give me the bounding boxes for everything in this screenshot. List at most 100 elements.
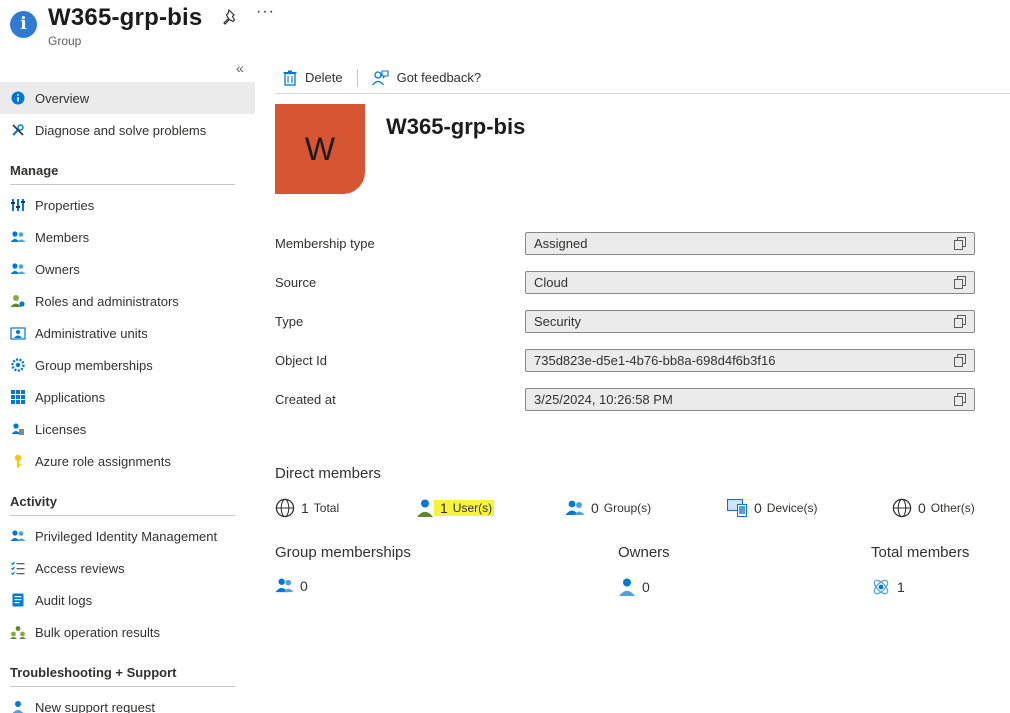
pin-icon[interactable] bbox=[222, 8, 240, 26]
direct-members-others[interactable]: 0 Other(s) bbox=[892, 497, 975, 519]
bulk-icon bbox=[10, 624, 26, 640]
collapse-sidebar-button[interactable]: « bbox=[236, 60, 244, 76]
groups-count: 0 bbox=[591, 500, 599, 516]
property-row-object-id: Object Id 735d823e-d5e1-4b76-bb8a-698d4f… bbox=[275, 341, 975, 380]
key-icon bbox=[10, 453, 26, 469]
object-id-field[interactable]: 735d823e-d5e1-4b76-bb8a-698d4f6b3f16 bbox=[525, 349, 975, 372]
owners-icon bbox=[10, 261, 26, 277]
others-label: Other(s) bbox=[930, 501, 975, 515]
direct-members-heading: Direct members bbox=[275, 465, 381, 482]
sidebar-item-label: Administrative units bbox=[35, 325, 148, 341]
property-row-membership-type: Membership type Assigned bbox=[275, 224, 975, 263]
audit-log-icon bbox=[10, 592, 26, 608]
feedback-button[interactable]: Got feedback? bbox=[364, 64, 490, 92]
properties-list: Membership type Assigned Source Cloud Ty… bbox=[275, 224, 975, 419]
sidebar-item-roles[interactable]: Roles and administrators bbox=[0, 285, 255, 317]
direct-members-users[interactable]: 1 User(s) bbox=[416, 497, 495, 519]
license-icon bbox=[10, 421, 26, 437]
sidebar-item-label: Privileged Identity Management bbox=[35, 528, 218, 544]
properties-icon bbox=[10, 197, 26, 213]
total-label: Total bbox=[313, 501, 340, 515]
users-highlight: 1 User(s) bbox=[434, 500, 495, 516]
others-count: 0 bbox=[918, 500, 926, 516]
copy-icon[interactable] bbox=[954, 393, 967, 406]
admin-units-icon bbox=[10, 325, 26, 341]
property-label: Source bbox=[275, 275, 317, 290]
copy-icon[interactable] bbox=[954, 354, 967, 367]
apps-grid-icon bbox=[10, 389, 26, 405]
sidebar-item-diagnose[interactable]: Diagnose and solve problems bbox=[0, 114, 255, 146]
sidebar-item-applications[interactable]: Applications bbox=[0, 381, 255, 413]
delete-button[interactable]: Delete bbox=[275, 64, 351, 92]
sidebar-item-label: New support request bbox=[35, 699, 155, 713]
sidebar-item-label: Access reviews bbox=[35, 560, 125, 576]
delete-label: Delete bbox=[305, 70, 343, 85]
group-icon bbox=[275, 578, 294, 593]
membership-type-field[interactable]: Assigned bbox=[525, 232, 975, 255]
property-label: Created at bbox=[275, 392, 336, 407]
sidebar-item-licenses[interactable]: Licenses bbox=[0, 413, 255, 445]
more-options-button[interactable]: ··· bbox=[256, 3, 275, 21]
sidebar-item-label: Diagnose and solve problems bbox=[35, 122, 207, 138]
property-label: Object Id bbox=[275, 353, 328, 368]
sidebar-item-pim[interactable]: Privileged Identity Management bbox=[0, 520, 255, 552]
sidebar-item-bulk-results[interactable]: Bulk operation results bbox=[0, 616, 255, 648]
sidebar-item-audit-logs[interactable]: Audit logs bbox=[0, 584, 255, 616]
group-info-icon: i bbox=[10, 11, 37, 38]
group-memberships-count[interactable]: 0 bbox=[275, 577, 308, 594]
devices-count: 0 bbox=[754, 500, 762, 516]
sidebar-item-owners[interactable]: Owners bbox=[0, 253, 255, 285]
property-row-created-at: Created at 3/25/2024, 10:26:58 PM bbox=[275, 380, 975, 419]
users-count: 1 bbox=[440, 500, 448, 516]
source-field[interactable]: Cloud bbox=[525, 271, 975, 294]
property-value: Security bbox=[534, 314, 581, 329]
sidebar-item-admin-units[interactable]: Administrative units bbox=[0, 317, 255, 349]
sidebar-item-label: Licenses bbox=[35, 421, 87, 437]
divider bbox=[10, 515, 235, 516]
direct-members-devices[interactable]: 0 Device(s) bbox=[727, 497, 817, 519]
device-icon bbox=[727, 499, 748, 517]
direct-members-total[interactable]: 1 Total bbox=[275, 497, 339, 519]
checklist-icon bbox=[10, 560, 26, 576]
total-members-count[interactable]: 1 bbox=[871, 577, 905, 597]
property-row-source: Source Cloud bbox=[275, 263, 975, 302]
copy-icon[interactable] bbox=[954, 237, 967, 250]
sidebar-item-group-memberships[interactable]: Group memberships bbox=[0, 349, 255, 381]
property-value: Cloud bbox=[534, 275, 568, 290]
trash-icon bbox=[283, 70, 297, 86]
groups-label: Group(s) bbox=[603, 501, 652, 515]
direct-members-groups[interactable]: 0 Group(s) bbox=[565, 497, 651, 519]
sidebar-item-access-reviews[interactable]: Access reviews bbox=[0, 552, 255, 584]
property-label: Type bbox=[275, 314, 304, 329]
section-heading-activity: Activity bbox=[10, 494, 57, 509]
owners-count[interactable]: 0 bbox=[618, 577, 650, 597]
sidebar-item-label: Group memberships bbox=[35, 357, 153, 373]
sidebar-item-overview[interactable]: Overview bbox=[0, 82, 255, 114]
page-title: W365-grp-bis bbox=[48, 4, 203, 31]
copy-icon[interactable] bbox=[954, 276, 967, 289]
copy-icon[interactable] bbox=[954, 315, 967, 328]
group-memberships-value: 0 bbox=[300, 577, 308, 594]
globe-icon bbox=[892, 498, 912, 518]
sidebar-item-new-support-request[interactable]: New support request bbox=[0, 691, 255, 713]
feedback-label: Got feedback? bbox=[396, 70, 482, 85]
created-at-field[interactable]: 3/25/2024, 10:26:58 PM bbox=[525, 388, 975, 411]
group-icon bbox=[565, 500, 585, 515]
divider bbox=[10, 184, 235, 185]
sidebar-item-label: Members bbox=[35, 229, 90, 245]
type-field[interactable]: Security bbox=[525, 310, 975, 333]
wrench-icon bbox=[10, 122, 26, 138]
property-value: 3/25/2024, 10:26:58 PM bbox=[534, 392, 673, 407]
group-avatar: W bbox=[275, 104, 365, 194]
sidebar-item-members[interactable]: Members bbox=[0, 221, 255, 253]
owners-value: 0 bbox=[642, 579, 650, 595]
globe-icon bbox=[275, 498, 295, 518]
sidebar: Overview Diagnose and solve problems Man… bbox=[0, 82, 255, 713]
property-row-type: Type Security bbox=[275, 302, 975, 341]
support-person-icon bbox=[10, 699, 26, 713]
group-memberships-heading: Group memberships bbox=[275, 544, 411, 561]
pim-icon bbox=[10, 528, 26, 544]
sidebar-item-azure-role-assignments[interactable]: Azure role assignments bbox=[0, 445, 255, 477]
sidebar-item-properties[interactable]: Properties bbox=[0, 189, 255, 221]
section-heading-manage: Manage bbox=[10, 163, 59, 178]
